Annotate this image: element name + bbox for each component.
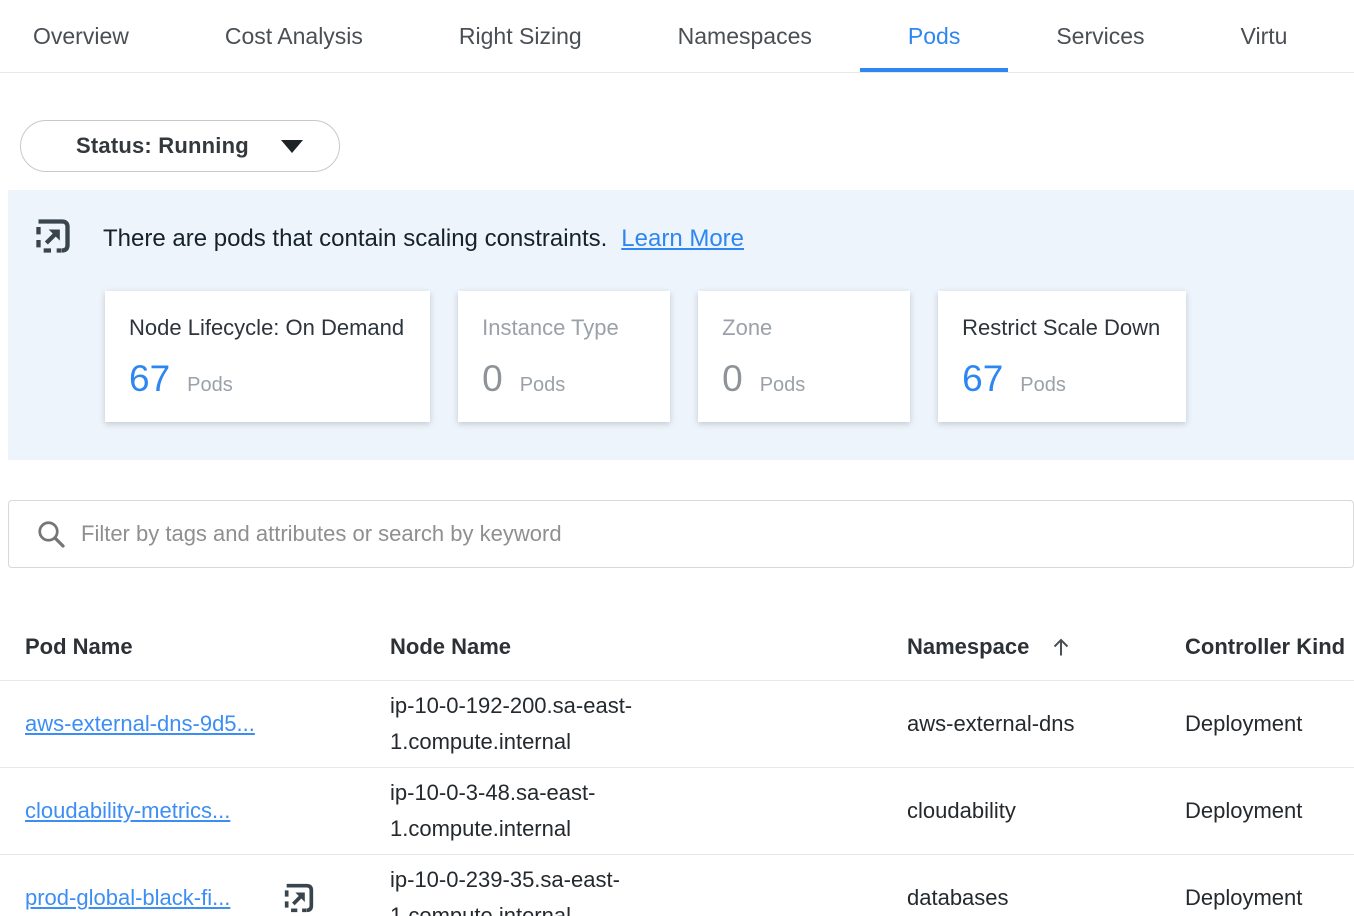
column-header-pod-name[interactable]: Pod Name [25,634,390,660]
pod-name-cell: cloudability-metrics... [25,793,390,829]
pod-name-link[interactable]: aws-external-dns-9d5... [25,706,255,742]
scaling-constraints-banner: There are pods that contain scaling cons… [8,190,1354,460]
tab-overview[interactable]: Overview [0,0,177,72]
caret-down-icon [281,140,303,153]
tab-pods[interactable]: Pods [860,0,1008,72]
card-title: Zone [722,315,884,341]
search-input[interactable] [81,521,1333,547]
table-header-row: Pod Name Node Name Namespace Controller … [0,614,1354,680]
card-title: Restrict Scale Down [962,315,1160,341]
scale-out-icon [282,881,316,915]
tab-cost-analysis[interactable]: Cost Analysis [177,0,411,72]
tab-bar: Overview Cost Analysis Right Sizing Name… [0,0,1354,73]
controller-kind-cell: Deployment [1185,793,1354,829]
controller-kind-cell: Deployment [1185,880,1354,916]
pod-name-cell: prod-global-black-fi... [25,880,390,916]
card-unit: Pods [1020,374,1066,397]
sort-ascending-icon[interactable] [1049,635,1073,659]
column-header-controller-kind[interactable]: Controller Kind [1185,634,1354,660]
column-header-namespace[interactable]: Namespace [907,634,1185,660]
card-unit: Pods [760,374,806,397]
table-row: cloudability-metrics... ip-10-0-3-48.sa-… [0,767,1354,854]
column-header-node-name[interactable]: Node Name [390,634,907,660]
tab-namespaces[interactable]: Namespaces [630,0,860,72]
pods-table: Pod Name Node Name Namespace Controller … [0,614,1354,916]
card-title: Node Lifecycle: On Demand [129,315,404,341]
card-zone[interactable]: Zone 0 Pods [698,291,910,422]
card-instance-type[interactable]: Instance Type 0 Pods [458,291,670,422]
card-value: 67 [962,358,1003,400]
card-unit: Pods [187,374,233,397]
constraint-cards: Node Lifecycle: On Demand 67 Pods Instan… [105,291,1354,422]
card-unit: Pods [520,374,566,397]
filter-search-box[interactable] [8,500,1354,568]
banner-message: There are pods that contain scaling cons… [103,225,607,253]
pod-name-link[interactable]: prod-global-black-fi... [25,880,230,916]
card-restrict-scale-down[interactable]: Restrict Scale Down 67 Pods [938,291,1186,422]
scale-out-icon [33,216,73,261]
controller-kind-cell: Deployment [1185,706,1354,742]
search-icon [36,519,66,549]
learn-more-link[interactable]: Learn More [621,225,744,253]
pod-name-link[interactable]: cloudability-metrics... [25,793,230,829]
node-name-cell: ip-10-0-192-200.sa-east-1.compute.intern… [390,688,907,760]
card-value: 67 [129,358,170,400]
namespace-cell: aws-external-dns [907,706,1185,742]
namespace-cell: cloudability [907,793,1185,829]
card-value: 0 [482,358,503,400]
card-value: 0 [722,358,743,400]
node-name-cell: ip-10-0-239-35.sa-east-1.compute.interna… [390,862,907,916]
tab-services[interactable]: Services [1008,0,1192,72]
status-filter-dropdown[interactable]: Status: Running [20,120,340,172]
card-title: Instance Type [482,315,644,341]
pod-name-cell: aws-external-dns-9d5... [25,706,390,742]
status-filter-label: Status: Running [76,133,249,159]
namespace-cell: databases [907,880,1185,916]
table-row: aws-external-dns-9d5... ip-10-0-192-200.… [0,680,1354,767]
node-name-cell: ip-10-0-3-48.sa-east-1.compute.internal [390,775,907,847]
table-row: prod-global-black-fi... ip-10-0-239-35.s… [0,854,1354,916]
tab-virtual[interactable]: Virtu [1193,0,1336,72]
tab-right-sizing[interactable]: Right Sizing [411,0,630,72]
card-node-lifecycle[interactable]: Node Lifecycle: On Demand 67 Pods [105,291,430,422]
